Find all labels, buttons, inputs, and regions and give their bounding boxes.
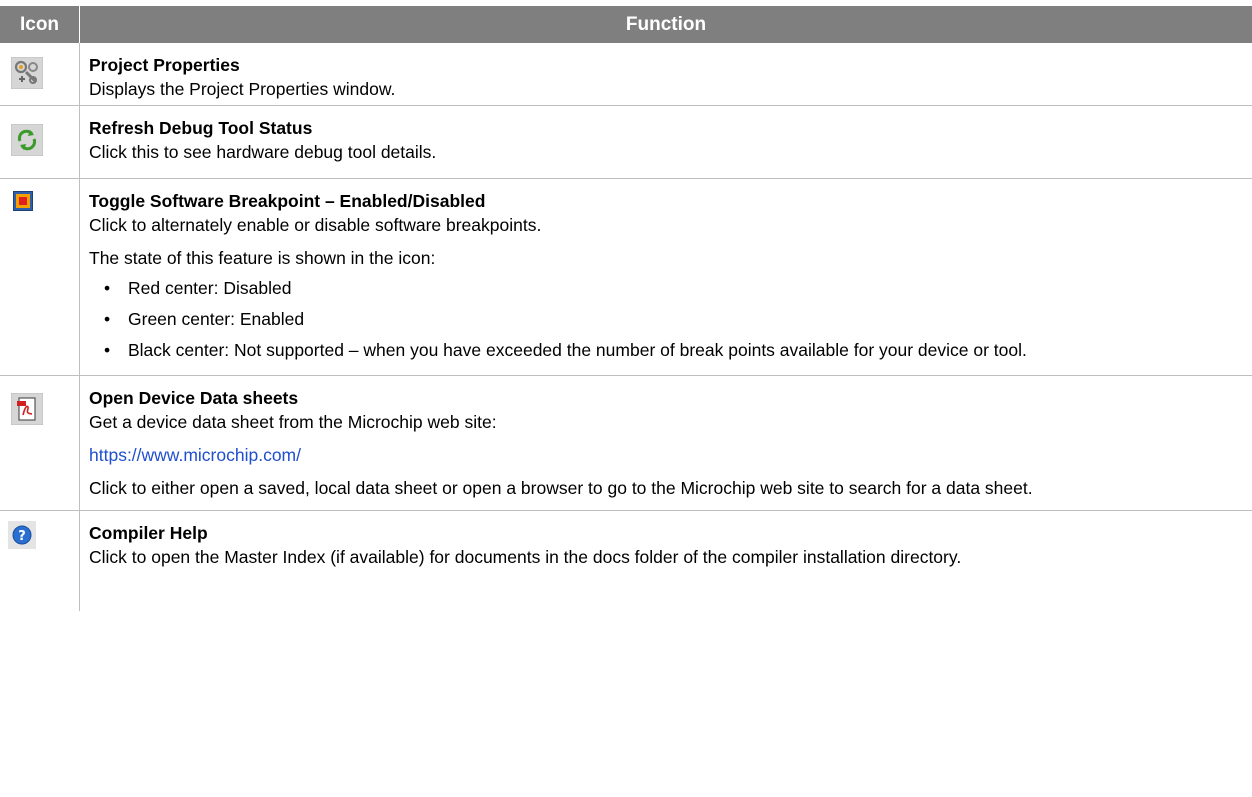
icon-cell: ?: [0, 511, 80, 611]
row-title: Refresh Debug Tool Status: [89, 118, 313, 138]
function-cell: Refresh Debug Tool Status Click this to …: [80, 106, 1252, 178]
pdf-datasheet-icon[interactable]: [10, 392, 44, 430]
list-item-text: Black center: Not supported – when you h…: [128, 340, 1027, 360]
link-paragraph: https://www.microchip.com/: [89, 443, 1238, 467]
list-item: • Red center: Disabled: [104, 278, 292, 298]
list-item-text: Green center: Enabled: [128, 309, 305, 329]
icon-cell: [0, 179, 80, 375]
row-description: Click this to see hardware debug tool de…: [89, 142, 437, 162]
microchip-website-link[interactable]: https://www.microchip.com/: [89, 445, 301, 465]
refresh-icon[interactable]: [10, 123, 44, 161]
icon-cell: [0, 43, 80, 105]
row-description: The state of this feature is shown in th…: [89, 248, 436, 268]
row-title: Open Device Data sheets: [89, 388, 299, 408]
row-title: Toggle Software Breakpoint – Enabled/Dis…: [89, 191, 486, 211]
project-properties-icon[interactable]: [10, 56, 44, 94]
list-item: • Green center: Enabled: [104, 309, 305, 329]
function-cell: Project Properties Displays the Project …: [80, 43, 1252, 105]
header-icon-column: Icon: [0, 6, 80, 43]
svg-text:?: ?: [18, 529, 26, 544]
icon-cell: [0, 376, 80, 510]
row-description: Get a device data sheet from the Microch…: [89, 412, 497, 432]
list-item: • Black center: Not supported – when you …: [104, 340, 1027, 360]
row-description: Displays the Project Properties window.: [89, 79, 396, 99]
row-description: Click to alternately enable or disable s…: [89, 215, 542, 235]
row-title: Compiler Help: [89, 523, 208, 543]
row-title: Project Properties: [89, 55, 240, 75]
function-cell: Toggle Software Breakpoint – Enabled/Dis…: [80, 179, 1252, 375]
function-cell: Compiler Help Click to open the Master I…: [80, 511, 1252, 611]
table-row: Refresh Debug Tool Status Click this to …: [0, 106, 1252, 179]
table-row: Project Properties Displays the Project …: [0, 43, 1252, 106]
list-item-text: Red center: Disabled: [128, 278, 292, 298]
row-description: Click to open the Master Index (if avail…: [89, 547, 962, 567]
help-icon[interactable]: ?: [8, 521, 36, 554]
breakpoint-toggle-icon[interactable]: [13, 191, 33, 216]
table-header: Icon Function: [0, 6, 1252, 43]
table-row: ? Compiler Help Click to open the Master…: [0, 511, 1252, 611]
function-cell: Open Device Data sheets Get a device dat…: [80, 376, 1252, 510]
table-row: Open Device Data sheets Get a device dat…: [0, 376, 1252, 511]
icon-cell: [0, 106, 80, 178]
row-description: Click to either open a saved, local data…: [89, 478, 1033, 498]
state-list: • Red center: Disabled • Green center: Ena…: [89, 276, 1238, 362]
icon-function-table: Icon Function Project Properties Display…: [0, 6, 1252, 611]
header-function-column: Function: [625, 13, 707, 35]
table-row: Toggle Software Breakpoint – Enabled/Dis…: [0, 179, 1252, 376]
